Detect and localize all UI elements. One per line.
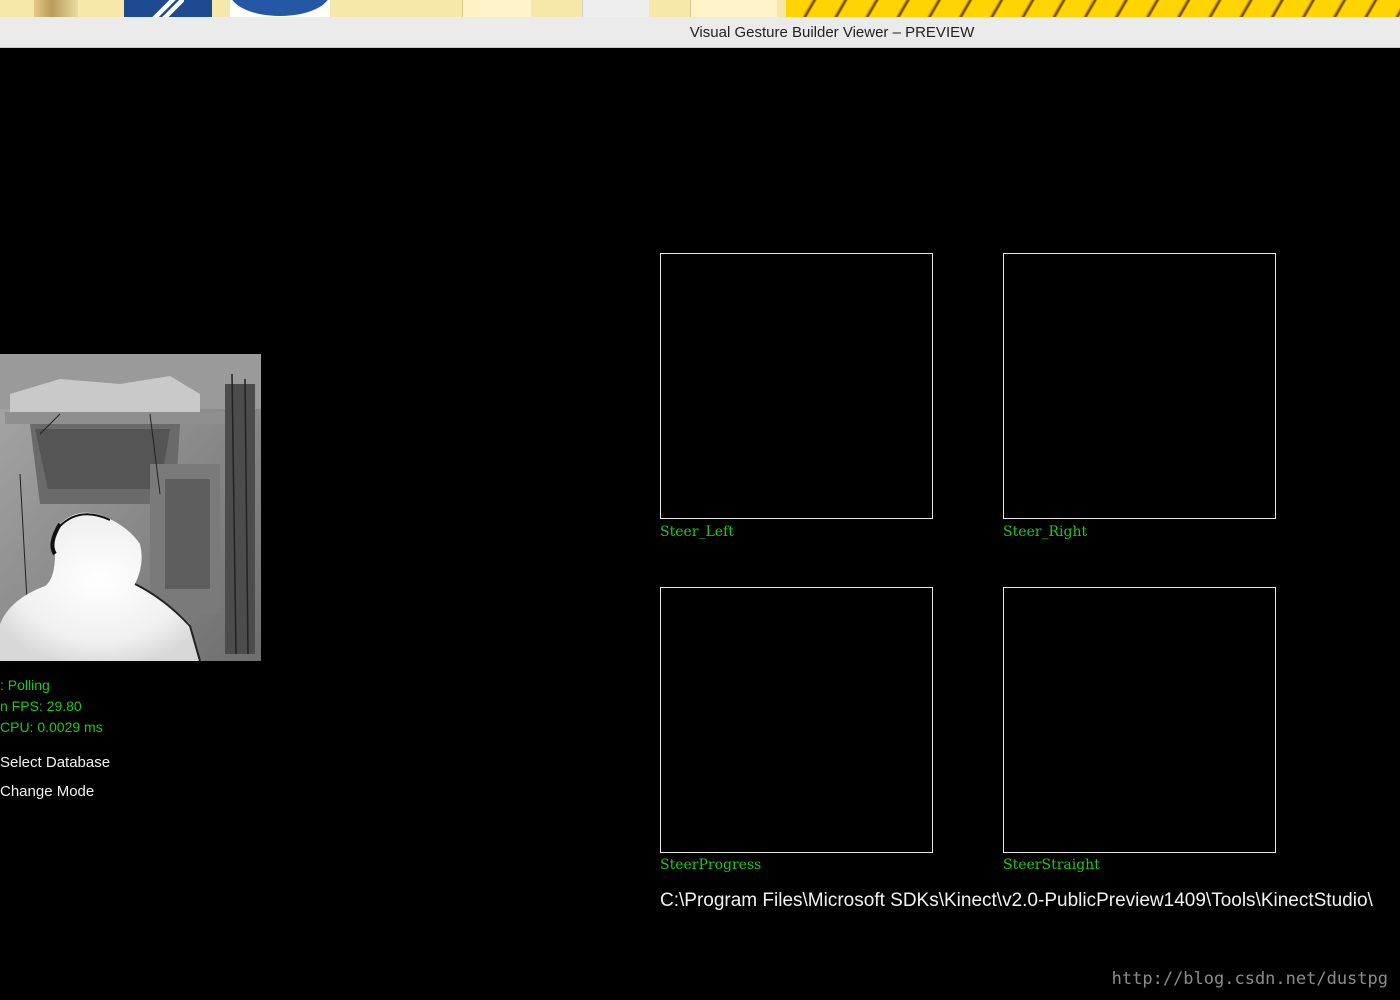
change-mode-button[interactable]: Change Mode <box>0 783 94 800</box>
folder-thumbnail[interactable] <box>462 0 531 17</box>
gesture-panel-steer-progress <box>660 587 933 853</box>
select-database-button[interactable]: Select Database <box>0 754 110 771</box>
watermark-text: http://blog.csdn.net/dustpg <box>1111 969 1388 989</box>
wallpaper-thumbnail[interactable] <box>786 0 1400 17</box>
gesture-label-steer-straight: SteerStraight <box>1003 857 1100 873</box>
gesture-panel-steer-straight <box>1003 587 1276 853</box>
status-mode: : Polling <box>0 677 50 693</box>
title-bar[interactable]: Visual Gesture Builder Viewer – PREVIEW <box>0 17 1400 48</box>
gesture-viewer-window: Visual Gesture Builder Viewer – PREVIEW <box>0 0 1400 1000</box>
depth-image-graphic <box>0 354 261 661</box>
status-cpu: CPU: 0.0029 ms <box>0 719 103 735</box>
gesture-label-steer-right: Steer_Right <box>1003 524 1088 540</box>
database-path: C:\Program Files\Microsoft SDKs\Kinect\v… <box>660 890 1373 911</box>
status-fps: n FPS: 29.80 <box>0 698 82 714</box>
gesture-label-steer-progress: SteerProgress <box>660 857 762 873</box>
visual-studio-thumbnail[interactable] <box>124 0 212 17</box>
folder-thumbnail-2[interactable] <box>690 0 777 17</box>
blue-circle-app-thumbnail[interactable] <box>230 0 330 17</box>
taskbar-thumbnail-strip <box>0 0 1400 17</box>
gesture-label-steer-left: Steer_Left <box>660 524 734 540</box>
gesture-panel-steer-right <box>1003 253 1276 519</box>
depth-camera-image <box>0 354 261 661</box>
gesture-panel-steer-left <box>660 253 933 519</box>
document-thumbnail[interactable] <box>582 0 649 17</box>
window-title: Visual Gesture Builder Viewer – PREVIEW <box>689 24 975 41</box>
avatar-thumbnail[interactable] <box>34 0 78 17</box>
